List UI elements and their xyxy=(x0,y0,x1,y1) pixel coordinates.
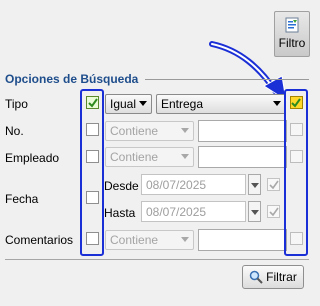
comentarios-input[interactable] xyxy=(198,229,287,251)
desde-date-input[interactable]: 08/07/2025 xyxy=(141,174,246,195)
chevron-down-icon xyxy=(139,101,147,106)
check-icon xyxy=(269,207,279,217)
filtrar-button[interactable]: Filtrar xyxy=(242,265,304,289)
empleado-operator-value: Contiene xyxy=(110,150,159,164)
group-divider xyxy=(145,79,309,80)
no-operator-value: Contiene xyxy=(110,124,159,138)
check-icon xyxy=(269,180,279,190)
filtrar-label: Filtrar xyxy=(266,270,297,284)
hasta-checkbox[interactable] xyxy=(267,205,280,218)
hasta-date-dropdown[interactable] xyxy=(248,201,261,222)
tipo-operator-value: Igual xyxy=(110,97,137,111)
chevron-down-icon xyxy=(251,183,259,188)
hasta-date-input[interactable]: 08/07/2025 xyxy=(141,201,246,222)
tipo-operator-combo[interactable]: Igual xyxy=(105,94,152,114)
no-input[interactable] xyxy=(198,120,287,142)
desde-checkbox[interactable] xyxy=(267,178,280,191)
desde-date-dropdown[interactable] xyxy=(248,174,261,195)
left-checkbox-highlight xyxy=(80,89,104,256)
desde-label: Desde xyxy=(104,179,139,193)
chevron-down-icon xyxy=(181,128,189,133)
comentarios-operator-value: Contiene xyxy=(110,233,159,247)
tipo-value: Entrega xyxy=(161,97,204,111)
magnifier-icon xyxy=(249,270,263,284)
tipo-value-combo[interactable]: Entrega xyxy=(156,94,286,114)
label-empleado: Empleado xyxy=(5,151,60,165)
chevron-down-icon xyxy=(251,210,259,215)
label-comentarios: Comentarios xyxy=(5,233,74,247)
no-operator-combo[interactable]: Contiene xyxy=(105,121,194,141)
chevron-down-icon xyxy=(181,237,189,242)
hasta-label: Hasta xyxy=(104,206,136,220)
empleado-input[interactable] xyxy=(198,146,287,168)
bottom-divider xyxy=(5,259,309,260)
chevron-down-icon xyxy=(273,101,281,106)
label-fecha: Fecha xyxy=(5,192,39,206)
chevron-down-icon xyxy=(181,154,189,159)
label-tipo: Tipo xyxy=(5,97,28,111)
comentarios-operator-combo[interactable]: Contiene xyxy=(105,230,194,250)
filter-icon xyxy=(285,17,299,33)
right-checkbox-highlight xyxy=(284,89,308,256)
empleado-operator-combo[interactable]: Contiene xyxy=(105,147,194,167)
group-title: Opciones de Búsqueda xyxy=(5,72,139,86)
label-no: No. xyxy=(5,124,24,138)
